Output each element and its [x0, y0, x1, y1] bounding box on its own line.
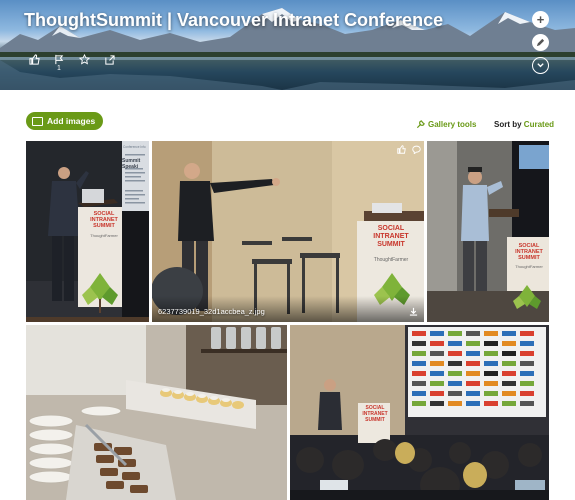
add-images-button[interactable]: Add images	[26, 112, 104, 130]
sort-label: Sort by	[494, 120, 522, 129]
sign-brand: ThoughtFarmer	[90, 233, 118, 238]
photo-tile[interactable]: SOCIAL INTRANET SUMMIT	[290, 325, 549, 500]
add-icon[interactable]: +	[532, 11, 549, 28]
sign-line: SUMMIT	[365, 417, 385, 423]
gallery-tools-link[interactable]: Gallery tools	[416, 120, 476, 129]
event-sign: SOCIAL INTRANET SUMMIT ThoughtFarmer	[359, 225, 423, 264]
sort-control[interactable]: Sort by Curated	[494, 120, 554, 129]
gallery-tools-label: Gallery tools	[428, 120, 477, 129]
like-icon[interactable]	[397, 145, 406, 154]
sign-brand: ThoughtFarmer	[373, 257, 409, 263]
photo-tile[interactable]	[26, 325, 287, 500]
share-icon[interactable]	[103, 54, 115, 66]
sign-line: SUMMIT	[93, 223, 115, 229]
album-banner: ThoughtSummit | Vancouver Intranet Confe…	[0, 0, 575, 90]
comment-icon[interactable]	[412, 145, 421, 154]
sign-line: SUMMIT	[518, 255, 540, 261]
sign-line: INTRANET	[373, 233, 409, 240]
sort-value[interactable]: Curated	[524, 120, 554, 129]
sign-line: SUMMIT	[377, 241, 405, 248]
like-count: 1	[57, 65, 61, 72]
screen-text: Conference Info	[123, 145, 146, 149]
photo-caption: 6237739019_32d1accbea_z.jpg	[158, 307, 265, 316]
star-icon[interactable]	[78, 53, 90, 66]
image-icon	[32, 116, 43, 126]
event-sign: SOCIAL INTRANET SUMMIT ThoughtFarmer	[509, 243, 549, 270]
photo-tile[interactable]: SOCIAL INTRANET SUMMIT ThoughtFarmer	[427, 141, 549, 322]
like-icon[interactable]	[28, 54, 40, 66]
photo-tile[interactable]: SOCIAL INTRANET SUMMIT ThoughtFarmer 623…	[152, 141, 424, 322]
edit-icon[interactable]	[532, 34, 549, 51]
event-sign: SOCIAL INTRANET SUMMIT ThoughtFarmer	[86, 211, 122, 239]
add-images-label: Add images	[47, 116, 96, 126]
screen-heading: Summit Speaki	[122, 158, 141, 170]
wrench-icon	[416, 120, 425, 129]
chevron-down-icon[interactable]	[532, 57, 549, 74]
sign-brand: ThoughtFarmer	[515, 264, 543, 269]
sign-line: SOCIAL	[377, 225, 405, 232]
album-title: ThoughtSummit | Vancouver Intranet Confe…	[24, 10, 444, 30]
event-sign: SOCIAL INTRANET SUMMIT	[360, 405, 390, 423]
tile-actions	[397, 145, 421, 154]
photo-tile[interactable]: Conference Info Summit Speaki SOCIAL INT…	[26, 141, 149, 322]
download-icon[interactable]	[409, 307, 418, 316]
